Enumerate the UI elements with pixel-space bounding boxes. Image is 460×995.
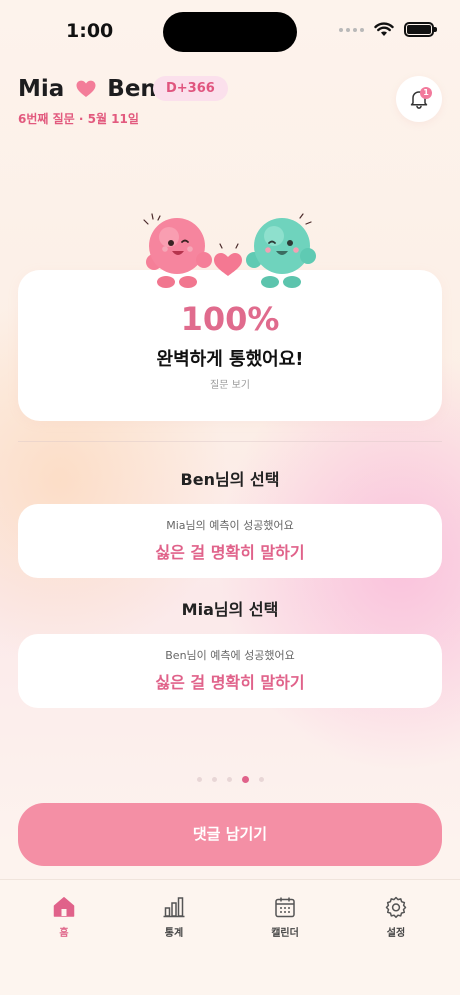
wifi-icon	[374, 22, 394, 36]
tab-stats[interactable]: 통계	[134, 895, 214, 939]
tab-home-label: 홈	[59, 928, 69, 939]
dday-badge: D+366	[153, 76, 228, 101]
choice-answer: 싫은 걸 명확히 말하기	[155, 673, 305, 692]
section-divider	[18, 441, 442, 442]
heart-icon	[76, 80, 96, 98]
tab-calendar-label: 캘린더	[271, 928, 299, 939]
tab-settings-label: 설정	[386, 928, 406, 939]
view-question-link[interactable]: 질문 보기	[18, 376, 442, 391]
choice-subtitle: Mia님의 예측이 성공했어요	[166, 519, 294, 532]
page-dot[interactable]	[258, 777, 264, 782]
gear-icon	[385, 896, 407, 919]
page-dot[interactable]	[196, 777, 202, 782]
ben-choice-card: Mia님의 예측이 성공했어요 싫은 걸 명확히 말하기	[18, 504, 442, 578]
mia-choice-title: Mia님의 선택	[181, 600, 279, 619]
battery-icon	[404, 22, 437, 37]
tab-calendar[interactable]: 캘린더	[245, 895, 325, 939]
notification-button[interactable]: 1	[396, 76, 442, 122]
partner-name-left: Mia	[18, 76, 65, 102]
ben-choice-title: Ben님의 선택	[180, 470, 280, 489]
tab-home[interactable]: 홈	[24, 895, 104, 939]
couple-names: Mia Ben	[18, 76, 157, 102]
couple-mascots-illustration	[143, 213, 316, 288]
question-info: 6번째 질문 · 5월 11일	[18, 112, 139, 126]
tab-stats-label: 통계	[164, 928, 184, 939]
pink-mascot	[143, 213, 161, 225]
notification-badge: 1	[420, 87, 432, 99]
status-icons	[339, 22, 437, 37]
cellular-signal-icon	[339, 27, 364, 32]
page-dot[interactable]	[226, 777, 232, 782]
page-dot[interactable]	[211, 777, 217, 782]
page-dot-active[interactable]	[241, 776, 249, 783]
bottom-tab-bar: 홈 통계 캘린더 설정	[0, 879, 460, 995]
calendar-icon	[275, 897, 295, 918]
choice-subtitle: Ben님이 예측에 성공했어요	[165, 649, 295, 662]
choice-answer: 싫은 걸 명확히 말하기	[155, 543, 305, 562]
home-icon	[53, 897, 75, 917]
status-time: 1:00	[66, 20, 114, 42]
partner-name-right: Ben	[107, 76, 157, 102]
result-title: 완벽하게 통했어요!	[156, 349, 304, 370]
dynamic-island	[163, 12, 297, 52]
page-indicator[interactable]	[0, 776, 460, 783]
match-percent: 100%	[180, 300, 280, 338]
tab-settings[interactable]: 설정	[356, 895, 436, 939]
mia-choice-card: Ben님이 예측에 성공했어요 싫은 걸 명확히 말하기	[18, 634, 442, 708]
leave-comment-button[interactable]: 댓글 남기기	[18, 803, 442, 866]
chart-icon	[163, 897, 185, 918]
